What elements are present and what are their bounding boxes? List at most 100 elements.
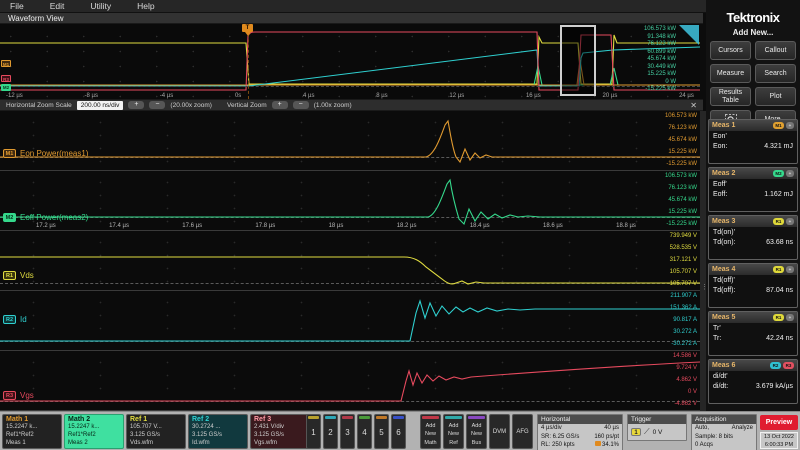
zoom-x-tick: 17.6 µs [182, 223, 202, 229]
tab-waveform-view[interactable]: Waveform View [0, 13, 703, 24]
plot-eon-power[interactable]: M1 Eon Power(meas1) 106.573 kW76.123 kW4… [0, 111, 700, 171]
overview-badge-m1[interactable]: M1 [1, 60, 11, 67]
afg-button[interactable]: AFG [512, 414, 533, 449]
add-new-button[interactable]: Add New Bus [466, 414, 487, 449]
badge-title: Math 2 [68, 416, 120, 423]
add-color-strip [445, 416, 462, 419]
channel-button[interactable]: 4 [357, 414, 372, 449]
overview-badge-r3[interactable]: R3 [1, 75, 11, 82]
meas6-source-chip2[interactable]: R3 [783, 362, 794, 369]
meas1-add-chip[interactable]: + [786, 122, 794, 129]
add-button-label: Add New Ref [444, 422, 463, 447]
h-window: 40 µs [604, 424, 619, 433]
ref1-waveform-badge[interactable]: Ref 1 105.707 V... 3.125 GS/s Vds.wfm [126, 414, 186, 449]
hzoom-minus-button[interactable]: − [149, 101, 165, 109]
meas2-source-chip[interactable]: M2 [773, 170, 784, 177]
ref2-waveform-badge[interactable]: Ref 2 30.2724 ... 3.125 GS/s Id.wfm [188, 414, 248, 449]
menu-file[interactable]: File [10, 1, 24, 11]
add-new-button[interactable]: Add New Ref [443, 414, 464, 449]
badge-title: Ref 2 [192, 416, 244, 423]
plot-id[interactable]: R2 Id 211.907 A151.362 A90.817 A30.272 A… [0, 291, 700, 351]
meas2-title: Meas 2 [712, 170, 771, 177]
results-table-button[interactable]: Results Table [710, 87, 751, 106]
cursors-button[interactable]: Cursors [710, 41, 751, 60]
badge-line: 2.431 V/div [254, 423, 306, 431]
channel-button[interactable]: 3 [340, 414, 355, 449]
meas4-panel[interactable]: Meas 4 R1 + Td(off)' Td(off): 87.04 ns [708, 263, 798, 308]
meas6-panel[interactable]: Meas 6 R2 R3 di/dt' di/dt: 3.679 kA/µs [708, 359, 798, 404]
meas4-source-chip[interactable]: R1 [773, 266, 784, 273]
acquisition-panel[interactable]: Acquisition Auto,Analyze Sample: 8 bits … [691, 414, 757, 450]
meas2-add-chip[interactable]: + [786, 170, 794, 177]
meas5-add-chip[interactable]: + [786, 314, 794, 321]
trigger-marker[interactable]: T [242, 24, 253, 32]
menu-help[interactable]: Help [137, 1, 154, 11]
plot-eoff-power[interactable]: M2 Eoff Power(meas2) 106.573 kW76.123 kW… [0, 171, 700, 231]
channel-color-strip [359, 416, 370, 419]
preview-button[interactable]: Preview [760, 415, 798, 430]
overview-badge-m2[interactable]: M2 [1, 84, 11, 91]
horizontal-panel[interactable]: Horizontal 4 µs/div40 µs SR: 6.25 GS/s16… [537, 414, 623, 450]
vzoom-minus-button[interactable]: − [293, 101, 309, 109]
zoom-x-tick: 18 µs [329, 223, 344, 229]
eoff-scale-labels: 106.573 kW76.123 kW45.674 kW15.225 kW-15… [637, 173, 697, 227]
ref3-waveform-badge[interactable]: Ref 3 2.431 V/div 3.125 GS/s Vgs.wfm [250, 414, 310, 449]
plot-vgs[interactable]: R3 Vgs 14.586 V9.724 V4.862 V0 V-4.862 V [0, 351, 700, 411]
scale-label: -105.707 V [637, 281, 697, 287]
meas1-source-chip[interactable]: M1 [773, 122, 784, 129]
vzoom-plus-button[interactable]: + [272, 101, 288, 109]
meas3-source-chip[interactable]: R1 [773, 218, 784, 225]
math1-waveform-badge[interactable]: Math 1 15.2247 k... Ref1*Ref2 Meas 1 [2, 414, 62, 449]
overview-scale-label: 76.123 kW [621, 41, 676, 47]
meas4-add-chip[interactable]: + [786, 266, 794, 273]
overview-scale-label: 60.899 kW [621, 49, 676, 55]
meas5-source-chip[interactable]: R1 [773, 314, 784, 321]
add-buttons: Add New Math Add New Ref Add New Bus [420, 414, 487, 449]
trigger-panel[interactable]: Trigger 1 ⟋ 0 V [627, 414, 687, 441]
dvm-button[interactable]: DVM [489, 414, 510, 449]
menu-utility[interactable]: Utility [90, 1, 111, 11]
scale-label: 45.674 kW [637, 137, 697, 143]
meas2-panel[interactable]: Meas 2 M2 + Eoff' Eoff: 1.162 mJ [708, 167, 798, 212]
channel-color-strip [342, 416, 353, 419]
channel-color-strip [325, 416, 336, 419]
measure-button[interactable]: Measure [710, 64, 751, 83]
vds-scale-labels: 739.949 V528.535 V317.121 V105.707 V-105… [637, 233, 697, 287]
search-button[interactable]: Search [755, 64, 796, 83]
meas1-panel[interactable]: Meas 1 M1 + Eon' Eon: 4.321 mJ [708, 119, 798, 164]
ref3-badge[interactable]: R3 [3, 391, 16, 400]
hzoom-plus-button[interactable]: + [128, 101, 144, 109]
callout-button[interactable]: Callout [755, 41, 796, 60]
acq-mode: Auto, [695, 424, 709, 433]
meas5-panel[interactable]: Meas 5 R1 + Tr' Tr: 42.24 ns [708, 311, 798, 356]
badge-line: 3.125 GS/s [192, 431, 244, 439]
trigger-source-chip[interactable]: 1 [631, 428, 641, 436]
menu-edit[interactable]: Edit [50, 1, 65, 11]
ref1-badge[interactable]: R1 [3, 271, 16, 280]
zoom-window-box[interactable] [560, 25, 596, 96]
channel-button[interactable]: 5 [374, 414, 389, 449]
meas3-add-chip[interactable]: + [786, 218, 794, 225]
meas6-source-chip[interactable]: R2 [770, 362, 781, 369]
channel-button[interactable]: 2 [323, 414, 338, 449]
math2-badge[interactable]: M2 [3, 213, 16, 222]
channel-button[interactable]: 6 [391, 414, 406, 449]
draw-zoom-corner-icon[interactable] [679, 25, 699, 45]
math1-badge[interactable]: M1 [3, 149, 16, 158]
plot-vds[interactable]: R1 Vds 739.949 V528.535 V317.121 V105.70… [0, 231, 700, 291]
hzoom-factor: (20.00x zoom) [170, 102, 212, 109]
channel-button[interactable]: 1 [306, 414, 321, 449]
ref2-badge[interactable]: R2 [3, 315, 16, 324]
meas1-title: Meas 1 [712, 122, 771, 129]
overview-pane[interactable]: T M1 R3 M2 106.573 kW91.348 kW76.123 kW6… [0, 24, 700, 99]
plot-button[interactable]: Plot [755, 87, 796, 106]
tool-buttons: Cursors Callout Measure Search Results T… [706, 37, 800, 129]
meas3-panel[interactable]: Meas 3 R1 + Td(on)' Td(on): 63.68 ns [708, 215, 798, 260]
add-new-button[interactable]: Add New Math [420, 414, 441, 449]
meas6-value: 3.679 kA/µs [756, 383, 793, 390]
acq-analyze: Analyze [732, 424, 753, 433]
hzoom-scale-input[interactable]: 200.00 ns/div [77, 101, 124, 110]
close-zoom-icon[interactable]: ✕ [690, 101, 697, 110]
trigger-title: Trigger [628, 415, 686, 424]
math2-waveform-badge[interactable]: Math 2 15.2247 k... Ref1*Ref2 Meas 2 [64, 414, 124, 449]
